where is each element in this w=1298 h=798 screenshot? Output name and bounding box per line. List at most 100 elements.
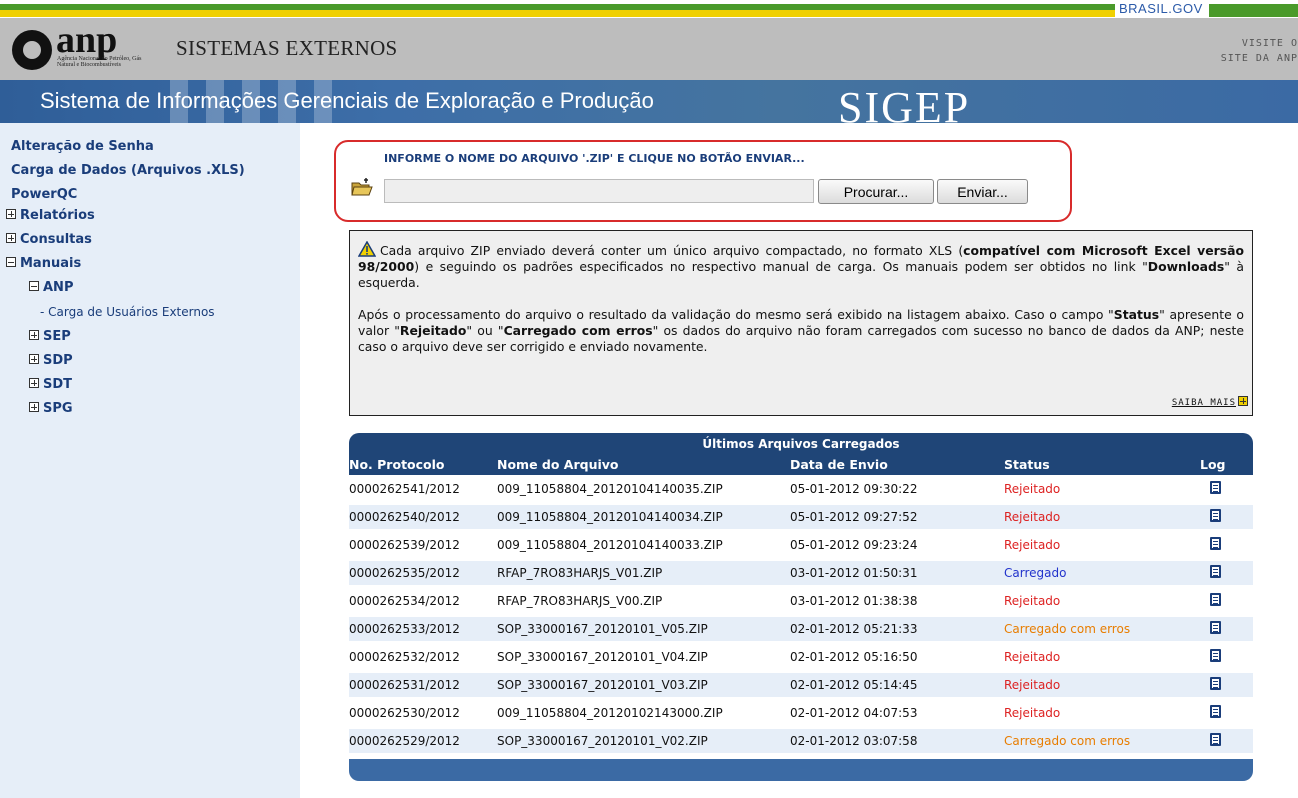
expand-icon[interactable] (29, 330, 39, 340)
sidebar-item-queries[interactable]: Consultas (6, 232, 92, 247)
sidebar-item-sdt[interactable]: SDT (29, 377, 72, 392)
expand-icon[interactable] (29, 402, 39, 412)
log-document-icon[interactable] (1210, 481, 1221, 494)
cell-status: Rejeitado (1004, 650, 1061, 664)
col-header-date: Data de Envio (790, 457, 888, 472)
log-document-icon[interactable] (1210, 621, 1221, 634)
log-document-icon[interactable] (1210, 537, 1221, 550)
sidebar-item-powerqc[interactable]: PowerQC (11, 187, 77, 202)
log-document-icon[interactable] (1210, 649, 1221, 662)
visit-anp-link[interactable]: VISITE O SITE DA ANP (1221, 36, 1298, 66)
info-text: Após o processamento do arquivo o result… (358, 307, 1114, 322)
cell-status: Rejeitado (1004, 706, 1061, 720)
cell-protocol: 0000262533/2012 (349, 622, 460, 636)
cell-date: 02-01-2012 03:07:58 (790, 734, 918, 748)
log-document-icon[interactable] (1210, 705, 1221, 718)
brasil-gov-label: BRASIL.GOV (1119, 1, 1203, 16)
cell-status: Rejeitado (1004, 510, 1061, 524)
system-title: SISTEMAS EXTERNOS (176, 36, 398, 60)
expand-icon[interactable] (6, 233, 16, 243)
cell-filename: 009_11058804_20120104140033.ZIP (497, 538, 723, 552)
sidebar-item-label: Consultas (20, 232, 92, 247)
sidebar-item-label: SPG (43, 401, 73, 416)
collapse-icon[interactable] (29, 281, 39, 291)
sidebar-item-anp[interactable]: ANP (29, 280, 73, 295)
sidebar-item-label: Carga de Dados (Arquivos .XLS) (11, 163, 245, 178)
sidebar-item-external-users-manual[interactable]: - Carga de Usuários Externos (40, 305, 215, 319)
cell-filename: SOP_33000167_20120101_V03.ZIP (497, 678, 708, 692)
cell-date: 05-01-2012 09:27:52 (790, 510, 918, 524)
expand-icon (1238, 396, 1248, 406)
col-header-log: Log (1200, 457, 1226, 472)
cell-filename: 009_11058804_20120104140034.ZIP (497, 510, 723, 524)
sidebar-item-spg[interactable]: SPG (29, 401, 73, 416)
cell-protocol: 0000262529/2012 (349, 734, 460, 748)
info-text: ) e seguindo os padrões especificados no… (414, 259, 1148, 274)
folder-open-icon (351, 178, 373, 196)
cell-protocol: 0000262539/2012 (349, 538, 460, 552)
sidebar-item-sep[interactable]: SEP (29, 329, 71, 344)
table-caption: Últimos Arquivos Carregados (349, 433, 1253, 455)
sidebar-item-data-upload[interactable]: Carga de Dados (Arquivos .XLS) (11, 163, 245, 178)
sidebar-nav: Alteração de Senha Carga de Dados (Arqui… (0, 123, 300, 798)
table-row: 0000262530/2012 009_11058804_201201021430… (349, 701, 1253, 725)
recent-files-table: Últimos Arquivos Carregados No. Protocol… (349, 433, 1253, 781)
sidebar-item-label: PowerQC (11, 187, 78, 202)
cell-status: Carregado (1004, 566, 1067, 580)
expand-icon[interactable] (6, 209, 16, 219)
cell-status: Carregado com erros (1004, 734, 1131, 748)
log-document-icon[interactable] (1210, 733, 1221, 746)
anp-logo-subtext: Agência Nacional do Petróleo, Gás Natura… (57, 56, 142, 68)
col-header-filename: Nome do Arquivo (497, 457, 619, 472)
sidebar-item-label: SEP (43, 329, 71, 344)
table-row: 0000262535/2012 RFAP_7RO83HARJS_V01.ZIP 03… (349, 561, 1253, 585)
cell-protocol: 0000262535/2012 (349, 566, 460, 580)
cell-date: 02-01-2012 05:14:45 (790, 678, 918, 692)
cell-filename: SOP_33000167_20120101_V04.ZIP (497, 650, 708, 664)
table-row: 0000262533/2012 SOP_33000167_20120101_V05… (349, 617, 1253, 641)
log-document-icon[interactable] (1210, 565, 1221, 578)
collapse-icon[interactable] (6, 257, 16, 267)
saiba-mais-link[interactable]: SAIBA MAIS (1172, 395, 1248, 411)
log-document-icon[interactable] (1210, 677, 1221, 690)
cell-filename: SOP_33000167_20120101_V02.ZIP (497, 734, 708, 748)
table-header: No. Protocolo Nome do Arquivo Data de En… (349, 455, 1253, 475)
cell-protocol: 0000262534/2012 (349, 594, 460, 608)
warning-icon (358, 241, 376, 257)
expand-icon[interactable] (29, 354, 39, 364)
banner-title: Sistema de Informações Gerenciais de Exp… (40, 88, 654, 113)
log-document-icon[interactable] (1210, 593, 1221, 606)
expand-icon[interactable] (29, 378, 39, 388)
sidebar-item-manuals[interactable]: Manuais (6, 256, 81, 271)
upload-panel: INFORME O NOME DO ARQUIVO '.ZIP' E CLIQU… (334, 140, 1072, 222)
sidebar-item-reports[interactable]: Relatórios (6, 208, 95, 223)
cell-status: Rejeitado (1004, 538, 1061, 552)
log-document-icon[interactable] (1210, 509, 1221, 522)
anp-logo[interactable]: anp Agência Nacional do Petróleo, Gás Na… (10, 19, 155, 76)
cell-protocol: 0000262540/2012 (349, 510, 460, 524)
sidebar-item-label: Relatórios (20, 208, 95, 223)
sidebar-item-change-password[interactable]: Alteração de Senha (11, 139, 154, 154)
browse-button[interactable]: Procurar... (818, 179, 934, 204)
sidebar-item-sdp[interactable]: SDP (29, 353, 73, 368)
upload-instruction: INFORME O NOME DO ARQUIVO '.ZIP' E CLIQU… (384, 152, 805, 165)
table-row: 0000262540/2012 009_11058804_201201041400… (349, 505, 1253, 529)
cell-status: Rejeitado (1004, 482, 1061, 496)
cell-date: 02-01-2012 04:07:53 (790, 706, 918, 720)
sidebar-item-label: Alteração de Senha (11, 139, 154, 154)
gov-stripe-tail (1209, 4, 1298, 17)
info-text: " ou " (466, 323, 504, 338)
cell-filename: 009_11058804_20120102143000.ZIP (497, 706, 723, 720)
file-path-input[interactable] (384, 179, 814, 203)
saiba-mais-label: SAIBA MAIS (1171, 398, 1236, 408)
cell-date: 05-01-2012 09:23:24 (790, 538, 918, 552)
anp-logo-icon (12, 30, 52, 70)
table-row: 0000262529/2012 SOP_33000167_20120101_V02… (349, 729, 1253, 753)
col-header-status: Status (1004, 457, 1050, 472)
gov-stripe-yellow (0, 10, 1298, 17)
send-button[interactable]: Enviar... (937, 179, 1028, 204)
table-footer (349, 759, 1253, 781)
cell-date: 02-01-2012 05:16:50 (790, 650, 918, 664)
brasil-gov-link[interactable]: BRASIL.GOV (1115, 0, 1298, 18)
info-box: Cada arquivo ZIP enviado deverá conter u… (349, 230, 1253, 416)
